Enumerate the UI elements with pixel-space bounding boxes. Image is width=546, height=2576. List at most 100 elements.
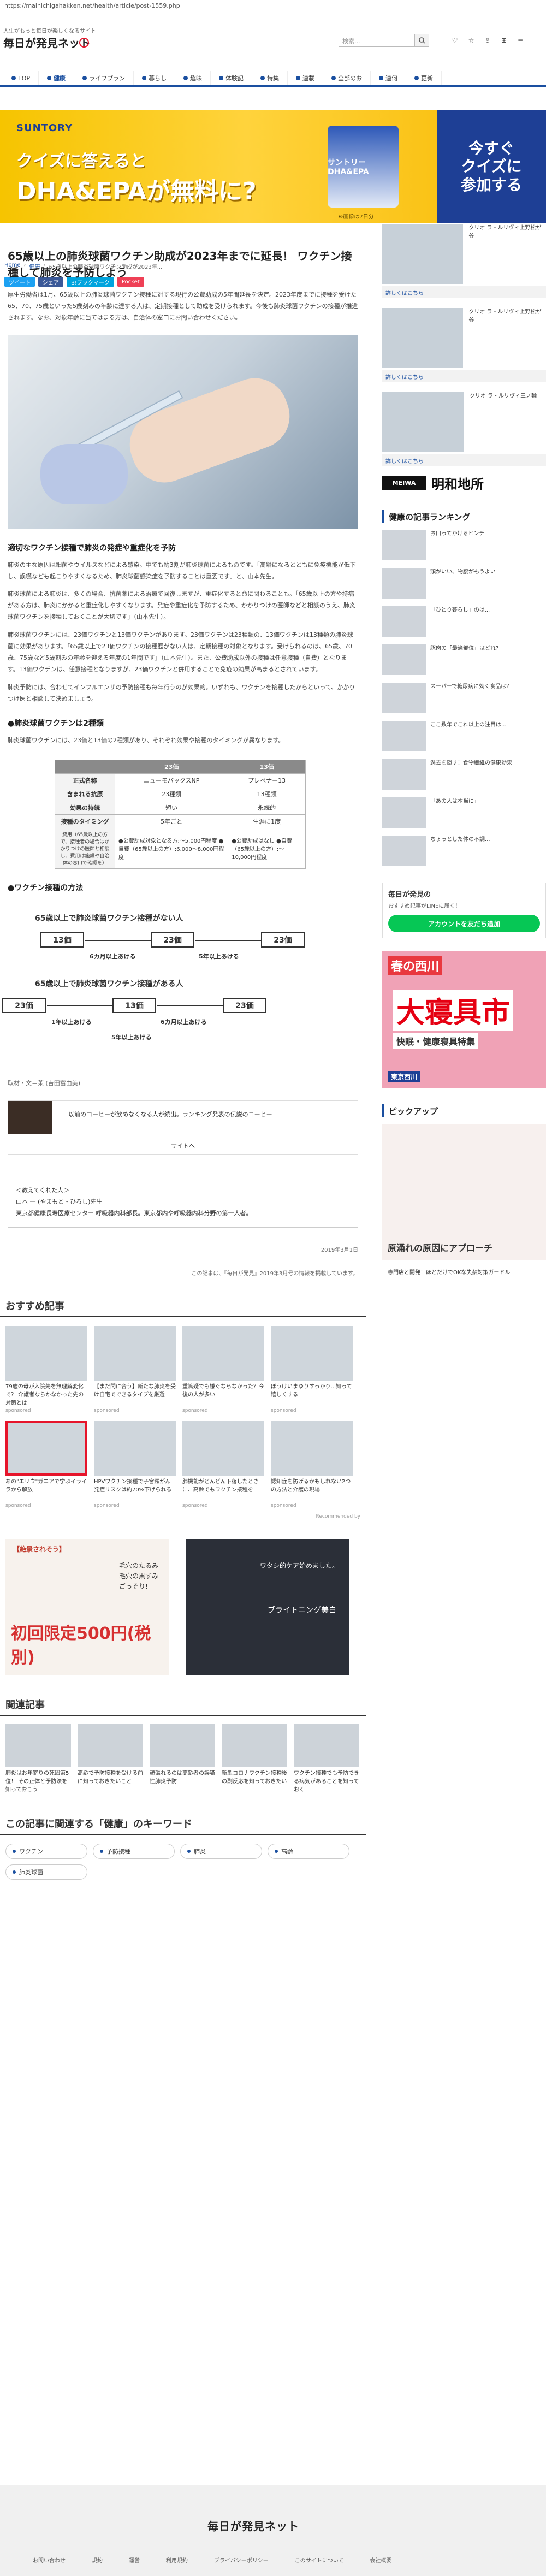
diagram-label: 5年以上あける [111,1034,152,1041]
nav-bullet-icon [183,76,188,80]
nav-item-1[interactable]: 健康 [39,71,75,85]
ranking-image [382,530,426,560]
ad-cleansing[interactable]: 【絶景されそう】 毛穴のたるみ 毛穴の黒ずみ ごっそり! 初回限定500円(税別… [5,1539,169,1676]
nav-item-6[interactable]: 特集 [252,71,288,85]
related-card[interactable]: ワクチン接種でも予防できる病気があることを知っておく [294,1724,359,1795]
ad-brightening[interactable]: ワタシ的ケア始めました。 ブライトニング美白 [186,1539,349,1676]
recommended-card[interactable]: 重篤疑でも嫌ぐならなかった？今後の人が多い sponsored [182,1326,264,1413]
inline-ad-button[interactable]: サイトへ [8,1136,358,1154]
recommended-card[interactable]: 【まだ間に合う】新たな肺炎を受け自宅でできるタイプを厳選 sponsored [94,1326,176,1413]
dual-ads: 【絶景されそう】 毛穴のたるみ 毛穴の黒ずみ ごっそり! 初回限定500円(税別… [5,1539,360,1676]
star-icon[interactable]: ☆ [464,34,478,47]
recommended-card[interactable]: HPVワクチン接種で子宮頸がん発症リスクは約70%下げられる sponsored [94,1421,176,1508]
ranking-item[interactable]: ここ数年でこれ以上の注目は... [382,721,546,753]
keyword-tag[interactable]: 高齢 [268,1844,349,1860]
recommended-image [271,1421,353,1476]
ranking-heading: 健康の記事ランキング [382,510,546,523]
ranking-item[interactable]: 「ひとり暮らし」のは... [382,606,546,638]
pickup-card[interactable]: 原涌れの原因にアプローチ 専門店と開発！ほとだけでOKな失禁対策ガードル [382,1124,546,1276]
line-add-friend-button[interactable]: アカウントを友だち追加 [388,915,540,932]
banner-cta-line-3: 参加する [460,175,522,194]
recommended-text: ぼうけいまゆりすっかり...知って嬉しくする [271,1384,352,1399]
nav-item-2[interactable]: ライフプラン [74,71,134,85]
footer-link[interactable]: 利用規約 [166,2556,188,2564]
sidebar-ad-card[interactable]: クリオ ラ・ルリヴィ上野松が谷 詳しくはこちら [382,224,546,298]
ranking-item[interactable]: 「あの人は本当に」 [382,797,546,829]
related-card[interactable]: 頑張れるのは高齢者の誤嚥性肺炎予防 [150,1724,215,1795]
menu-icon[interactable]: ≡ [513,34,527,47]
nav-bullet-icon [260,76,265,80]
nav-item-label: 更新 [421,75,434,82]
table-row: 正式名称 ニューモバックスNP プレベナー13 [55,773,306,788]
related-card[interactable]: 新型コロナワクチン接種後の副反応を知っておきたい [222,1724,287,1795]
recommended-card[interactable]: 認知症を防げるかもしれない2つの方法と介護の現場 sponsored [271,1421,353,1508]
profile-heading: ＜教えてくれた人＞ [16,1187,70,1194]
keyword-tag[interactable]: ワクチン [5,1844,87,1860]
meiwa-ad[interactable]: MEIWA 明和地所 [382,472,546,494]
sidebar-ad-card[interactable]: クリオ ラ・ルリヴィ上野松が谷 詳しくはこちら [382,308,546,382]
ranking-item[interactable]: 頭がいい、物腰がもうよい [382,568,546,600]
nav-bullet-icon [219,76,224,80]
related-image [5,1724,71,1768]
nav-item-10[interactable]: 更新 [406,71,442,85]
nav-item-3[interactable]: 暮らし [134,71,176,85]
site-logo[interactable]: 毎日が発見ネット [2,35,100,50]
sidebar-ad-card[interactable]: クリオ ラ・ルリヴィ三ノ輪 詳しくはこちら [382,392,546,466]
footer-link[interactable]: 規約 [92,2556,103,2564]
keyword-tag[interactable]: 肺炎球菌 [5,1864,87,1880]
sidebar-ads: クリオ ラ・ルリヴィ上野松が谷 詳しくはこちら クリオ ラ・ルリヴィ上野松が谷 詳しく… [382,224,546,466]
banner-headline: クイズに答えると [16,152,147,171]
recommended-card[interactable]: 79歳の母が入院先を無理解変化で？ 介護者ならかなかった先の対策とは sponso… [5,1326,87,1413]
ranking-item[interactable]: 過去を隠す！食物繊維の健康効果 [382,759,546,791]
related-text: 肺炎はお年寄りの死因第5位！ その正体と予防法を知っておこう [5,1770,69,1793]
footer-link[interactable]: 会社概要 [370,2556,392,2564]
ranking-item[interactable]: 豚肉の「最適部位」はどれ? [382,644,546,676]
nav-item-5[interactable]: 体験記 [211,71,253,85]
top-banner-ad[interactable]: SUNTORY クイズに答えると DHA&EPAが無料に? サントリー DHA&… [0,110,546,223]
diagram-label: 1年以上あける [51,1018,92,1026]
ranking-item[interactable]: スーパーで糖尿病に効く食品は？ [382,683,546,714]
keyword-tag[interactable]: 肺炎 [180,1844,262,1860]
ranking-item[interactable]: ちょっとした体の不調... [382,836,546,867]
nav-item-8[interactable]: 全部のお [323,71,371,85]
url-bar[interactable]: https://mainichigahakken.net/health/arti… [0,0,546,12]
recommended-source: sponsored [5,1408,31,1414]
sidebar-ad-more[interactable]: 詳しくはこちら [382,454,546,466]
nav-item-7[interactable]: 連載 [288,71,324,85]
related-text: 高齢で予防接種を受ける前に知っておきたいこと [78,1770,143,1785]
nav-item-4[interactable]: 趣味 [175,71,211,85]
footer-link[interactable]: 運営 [129,2556,140,2564]
related-card[interactable]: 肺炎はお年寄りの死因第5位！ その正体と予防法を知っておこう [5,1724,71,1795]
keyword-tag[interactable]: 予防接種 [93,1844,175,1860]
recommended-heading: おすすめ記事 [0,1299,366,1318]
heart-icon[interactable]: ♡ [448,34,462,47]
ranking-item[interactable]: お口ってかけるヒンチ [382,530,546,561]
recommended-source: sponsored [182,1408,208,1414]
related-card[interactable]: 高齢で予防接種を受ける前に知っておきたいこと [78,1724,143,1795]
ranking-image [382,644,426,675]
sidebar-ad-more[interactable]: 詳しくはこちら [382,286,546,298]
footer-link[interactable]: お問い合わせ [33,2556,66,2564]
recommended-card[interactable]: あの"エリウ"ガニアで学ぶイライラから解放 sponsored [5,1421,87,1508]
sidebar-ad-more[interactable]: 詳しくはこちら [382,370,546,382]
inline-ad[interactable]: 以前のコーヒーが飲めなくなる人が続出。ランキング発表の伝説のコーヒー サイトへ [8,1100,358,1156]
footer-link[interactable]: このサイトについて [295,2556,344,2564]
search-input[interactable]: 検索... [339,34,415,47]
banner-cta-line-2: クイズに [461,157,522,176]
nav-item-label: 連何 [385,75,398,82]
nishikawa-banner[interactable]: 春の西川 大寝具市 快眠・健康寝具特集 東京西川 [382,951,546,1088]
nav-item-9[interactable]: 連何 [371,71,407,85]
banner-big: 大寝具市 [393,990,514,1031]
recommended-card[interactable]: 肺機能がどんどん下落したときに、高齢でもワクチン接種を sponsored [182,1421,264,1508]
search-button[interactable] [415,34,429,47]
bookmark-icon[interactable]: ⊞ [497,34,511,47]
banner-cta[interactable]: 今すぐ クイズに 参加する [437,110,546,223]
footer-link[interactable]: プライバシーポリシー [214,2556,269,2564]
tag-icon [13,1850,16,1853]
related-heading: 関連記事 [0,1697,366,1716]
footer-logo[interactable]: 毎日が発見ネット [207,2518,299,2533]
share-icon[interactable]: ⇪ [480,34,495,47]
recommended-card[interactable]: ぼうけいまゆりすっかり...知って嬉しくする sponsored [271,1326,353,1413]
table-cell: 13種類 [228,787,306,802]
nav-item-0[interactable]: TOP [3,71,39,85]
